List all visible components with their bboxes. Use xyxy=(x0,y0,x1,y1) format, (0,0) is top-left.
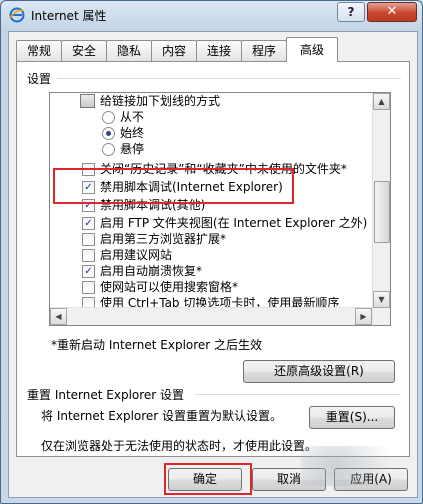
scroll-right-button[interactable]: ▶ xyxy=(355,308,372,325)
tab-connections[interactable]: 连接 xyxy=(196,40,242,61)
scroll-thumb[interactable] xyxy=(374,181,390,243)
restore-advanced-button[interactable]: 还原高级设置(R) xyxy=(243,360,395,383)
restart-note: *重新启动 Internet Explorer 之后生效 xyxy=(51,338,263,352)
checkbox[interactable]: ✓ xyxy=(82,181,95,194)
advanced-panel: 设置 给链接加下划线的方式 从不 始终 悬停 关闭“历史记录”和“收藏夹”中未使… xyxy=(16,61,410,457)
checkbox[interactable] xyxy=(82,163,95,176)
reset-section-title: 重置 Internet Explorer 设置 xyxy=(27,388,185,402)
window-title: Internet 属性 xyxy=(31,9,107,23)
help-button[interactable]: ? xyxy=(337,2,365,22)
reset-divider xyxy=(195,394,401,395)
scroll-up-button[interactable]: ▲ xyxy=(373,93,390,110)
radio-button[interactable] xyxy=(102,111,115,124)
settings-divider xyxy=(57,78,401,79)
reset-button[interactable]: 重置(S)... xyxy=(309,406,395,429)
watermark-logo xyxy=(301,446,413,486)
settings-list[interactable]: 给链接加下划线的方式 从不 始终 悬停 关闭“历史记录”和“收藏夹”中未使用的文… xyxy=(49,92,391,326)
checkbox[interactable] xyxy=(82,281,95,294)
tab-content[interactable]: 内容 xyxy=(151,40,197,61)
tab-general[interactable]: 常规 xyxy=(16,40,62,61)
dialog-window: Internet 属性 ? ✕ 常规 安全 隐私 内容 连接 程序 高级 设置 … xyxy=(0,0,423,504)
tab-privacy[interactable]: 隐私 xyxy=(106,40,152,61)
dialog-client-area: 常规 安全 隐私 内容 连接 程序 高级 设置 给链接加下划线的方式 从不 始终… xyxy=(8,31,418,498)
settings-group-label: 设置 xyxy=(27,72,52,86)
folder-icon xyxy=(80,94,95,108)
tab-security[interactable]: 安全 xyxy=(61,40,107,61)
reset-description: 将 Internet Explorer 设置重置为默认设置。 xyxy=(41,409,283,423)
title-bar[interactable]: Internet 属性 ? ✕ xyxy=(1,1,422,29)
vertical-scrollbar[interactable]: ▲ ▼ xyxy=(372,93,390,325)
checkbox[interactable]: ✓ xyxy=(82,265,95,278)
close-button[interactable]: ✕ xyxy=(367,2,417,22)
tab-programs[interactable]: 程序 xyxy=(241,40,287,61)
horizontal-scrollbar[interactable]: ◀ ▶ xyxy=(50,307,372,325)
checkbox[interactable] xyxy=(82,233,95,246)
ok-button[interactable]: 确定 xyxy=(168,468,242,491)
radio-button[interactable] xyxy=(102,127,115,140)
checkbox[interactable] xyxy=(82,249,95,262)
scroll-down-button[interactable]: ▼ xyxy=(373,291,390,308)
checkbox[interactable]: ✓ xyxy=(82,217,95,230)
scroll-left-button[interactable]: ◀ xyxy=(50,308,67,325)
radio-button[interactable] xyxy=(102,143,115,156)
checkbox[interactable]: ✓ xyxy=(82,199,95,212)
tab-advanced[interactable]: 高级 xyxy=(286,37,338,62)
tab-strip: 常规 安全 隐私 内容 连接 程序 高级 xyxy=(16,37,416,62)
reset-note: 仅在浏览器处于无法使用的状态时，才使用此设置。 xyxy=(41,439,318,453)
internet-explorer-icon xyxy=(9,7,25,23)
